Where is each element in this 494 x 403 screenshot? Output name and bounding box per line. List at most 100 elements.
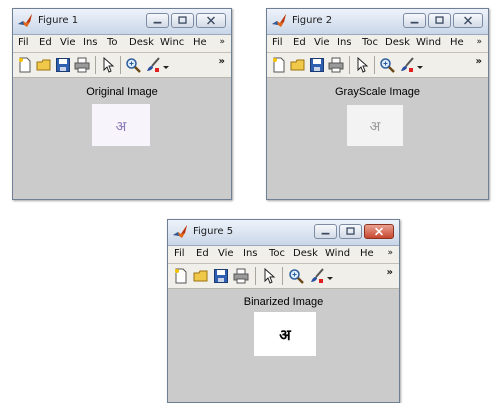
minimize-button[interactable] xyxy=(403,13,426,28)
open-folder-icon[interactable] xyxy=(290,57,306,73)
menu-file[interactable]: Fil xyxy=(18,37,29,48)
figure-canvas: Binarized Image अ xyxy=(168,289,399,402)
menu-edit[interactable]: Ed xyxy=(196,248,209,259)
brush-icon[interactable] xyxy=(145,57,161,73)
new-file-icon[interactable] xyxy=(17,57,33,73)
maximize-icon xyxy=(435,16,444,24)
close-icon xyxy=(464,16,472,25)
print-icon[interactable] xyxy=(233,268,249,284)
maximize-button[interactable] xyxy=(339,224,362,239)
menu-view[interactable]: Vie xyxy=(60,37,76,48)
menu-insert[interactable]: Ins xyxy=(83,37,98,48)
menu-help[interactable]: He xyxy=(193,37,207,48)
menu-overflow-icon[interactable]: » xyxy=(387,248,393,258)
maximize-icon xyxy=(346,227,355,235)
new-file-icon[interactable] xyxy=(271,57,287,73)
minimize-icon xyxy=(321,232,330,235)
toolbar-separator xyxy=(95,56,96,74)
open-folder-icon[interactable] xyxy=(36,57,52,73)
zoom-in-icon[interactable] xyxy=(379,57,395,73)
window-title: Figure 5 xyxy=(193,226,234,237)
maximize-button[interactable] xyxy=(171,13,194,28)
window-title: Figure 1 xyxy=(38,15,79,26)
image-display: अ xyxy=(347,105,403,146)
print-icon[interactable] xyxy=(328,57,344,73)
close-button[interactable] xyxy=(196,13,226,28)
menu-window[interactable]: Winc xyxy=(160,37,184,48)
figure-5-window[interactable]: Figure 5 Fil Ed Vie Ins Toc Desk Wind He… xyxy=(167,219,400,403)
toolbar-separator xyxy=(255,267,256,285)
image-content: अ xyxy=(116,119,127,135)
zoom-in-icon[interactable] xyxy=(125,57,141,73)
close-button[interactable] xyxy=(453,13,483,28)
minimize-button[interactable] xyxy=(314,224,337,239)
maximize-button[interactable] xyxy=(428,13,451,28)
print-icon[interactable] xyxy=(74,57,90,73)
axes-title: Original Image xyxy=(86,86,158,98)
pointer-arrow-icon[interactable] xyxy=(354,57,370,73)
menu-insert[interactable]: Ins xyxy=(337,37,352,48)
axes-title: GrayScale Image xyxy=(335,86,420,98)
figure-2-window[interactable]: Figure 2 Fil Ed Vie Ins Toc Desk Wind He… xyxy=(266,8,489,200)
menu-desktop[interactable]: Desk xyxy=(129,37,154,48)
toolbar-overflow-icon[interactable]: » xyxy=(387,267,393,278)
pointer-arrow-icon[interactable] xyxy=(261,268,277,284)
menu-file[interactable]: Fil xyxy=(174,248,185,259)
menu-desktop[interactable]: Desk xyxy=(293,248,318,259)
save-icon[interactable] xyxy=(55,57,71,73)
toolbar-overflow-icon[interactable]: » xyxy=(219,56,225,67)
menu-insert[interactable]: Ins xyxy=(243,248,258,259)
menu-view[interactable]: Vie xyxy=(314,37,330,48)
axes-title: Binarized Image xyxy=(243,296,324,308)
brush-icon[interactable] xyxy=(399,57,415,73)
pointer-arrow-icon[interactable] xyxy=(100,57,116,73)
close-icon xyxy=(374,227,384,236)
image-display: अ xyxy=(92,104,150,146)
close-icon xyxy=(207,16,215,25)
toolbar-overflow-icon[interactable]: » xyxy=(476,56,482,67)
figure-5-titlebar[interactable]: Figure 5 xyxy=(168,220,399,246)
menu-edit[interactable]: Ed xyxy=(293,37,306,48)
matlab-logo-icon xyxy=(173,225,187,238)
menu-tools[interactable]: Toc xyxy=(269,248,285,259)
menu-bar: Fil Ed Vie Ins Toc Desk Wind He » xyxy=(267,35,488,53)
menu-tools[interactable]: To xyxy=(107,37,118,48)
save-icon[interactable] xyxy=(213,268,229,284)
brush-dropdown-icon[interactable] xyxy=(416,57,424,73)
menu-bar: Fil Ed Vie Ins To Desk Winc He » xyxy=(13,35,231,53)
figure-2-titlebar[interactable]: Figure 2 xyxy=(267,9,488,35)
maximize-icon xyxy=(178,16,187,24)
brush-icon[interactable] xyxy=(309,268,325,284)
figure-toolbar: » xyxy=(168,264,399,289)
menu-overflow-icon[interactable]: » xyxy=(219,37,225,47)
figure-1-window[interactable]: Figure 1 Fil Ed Vie Ins To Desk Winc He … xyxy=(12,8,232,200)
menu-overflow-icon[interactable]: » xyxy=(476,37,482,47)
figure-1-titlebar[interactable]: Figure 1 xyxy=(13,9,231,35)
menu-view[interactable]: Vie xyxy=(218,248,234,259)
menu-edit[interactable]: Ed xyxy=(39,37,52,48)
menu-tools[interactable]: Toc xyxy=(362,37,378,48)
save-icon[interactable] xyxy=(309,57,325,73)
new-file-icon[interactable] xyxy=(173,268,189,284)
open-folder-icon[interactable] xyxy=(193,268,209,284)
figure-canvas: GrayScale Image अ xyxy=(267,78,488,199)
menu-help[interactable]: He xyxy=(450,37,464,48)
menu-file[interactable]: Fil xyxy=(272,37,283,48)
matlab-logo-icon xyxy=(272,14,286,27)
toolbar-separator xyxy=(282,267,283,285)
close-button[interactable] xyxy=(364,224,394,239)
minimize-icon xyxy=(410,21,419,24)
svg-text:अ: अ xyxy=(370,119,381,135)
image-content: अ xyxy=(279,326,291,344)
toolbar-separator xyxy=(349,56,350,74)
menu-desktop[interactable]: Desk xyxy=(385,37,410,48)
menu-bar: Fil Ed Vie Ins Toc Desk Wind He » xyxy=(168,246,399,264)
menu-window[interactable]: Wind xyxy=(416,37,441,48)
minimize-button[interactable] xyxy=(146,13,169,28)
image-display: अ xyxy=(254,312,316,356)
menu-help[interactable]: He xyxy=(360,248,374,259)
brush-dropdown-icon[interactable] xyxy=(326,268,334,284)
zoom-in-icon[interactable] xyxy=(288,268,304,284)
brush-dropdown-icon[interactable] xyxy=(162,57,170,73)
menu-window[interactable]: Wind xyxy=(325,248,350,259)
